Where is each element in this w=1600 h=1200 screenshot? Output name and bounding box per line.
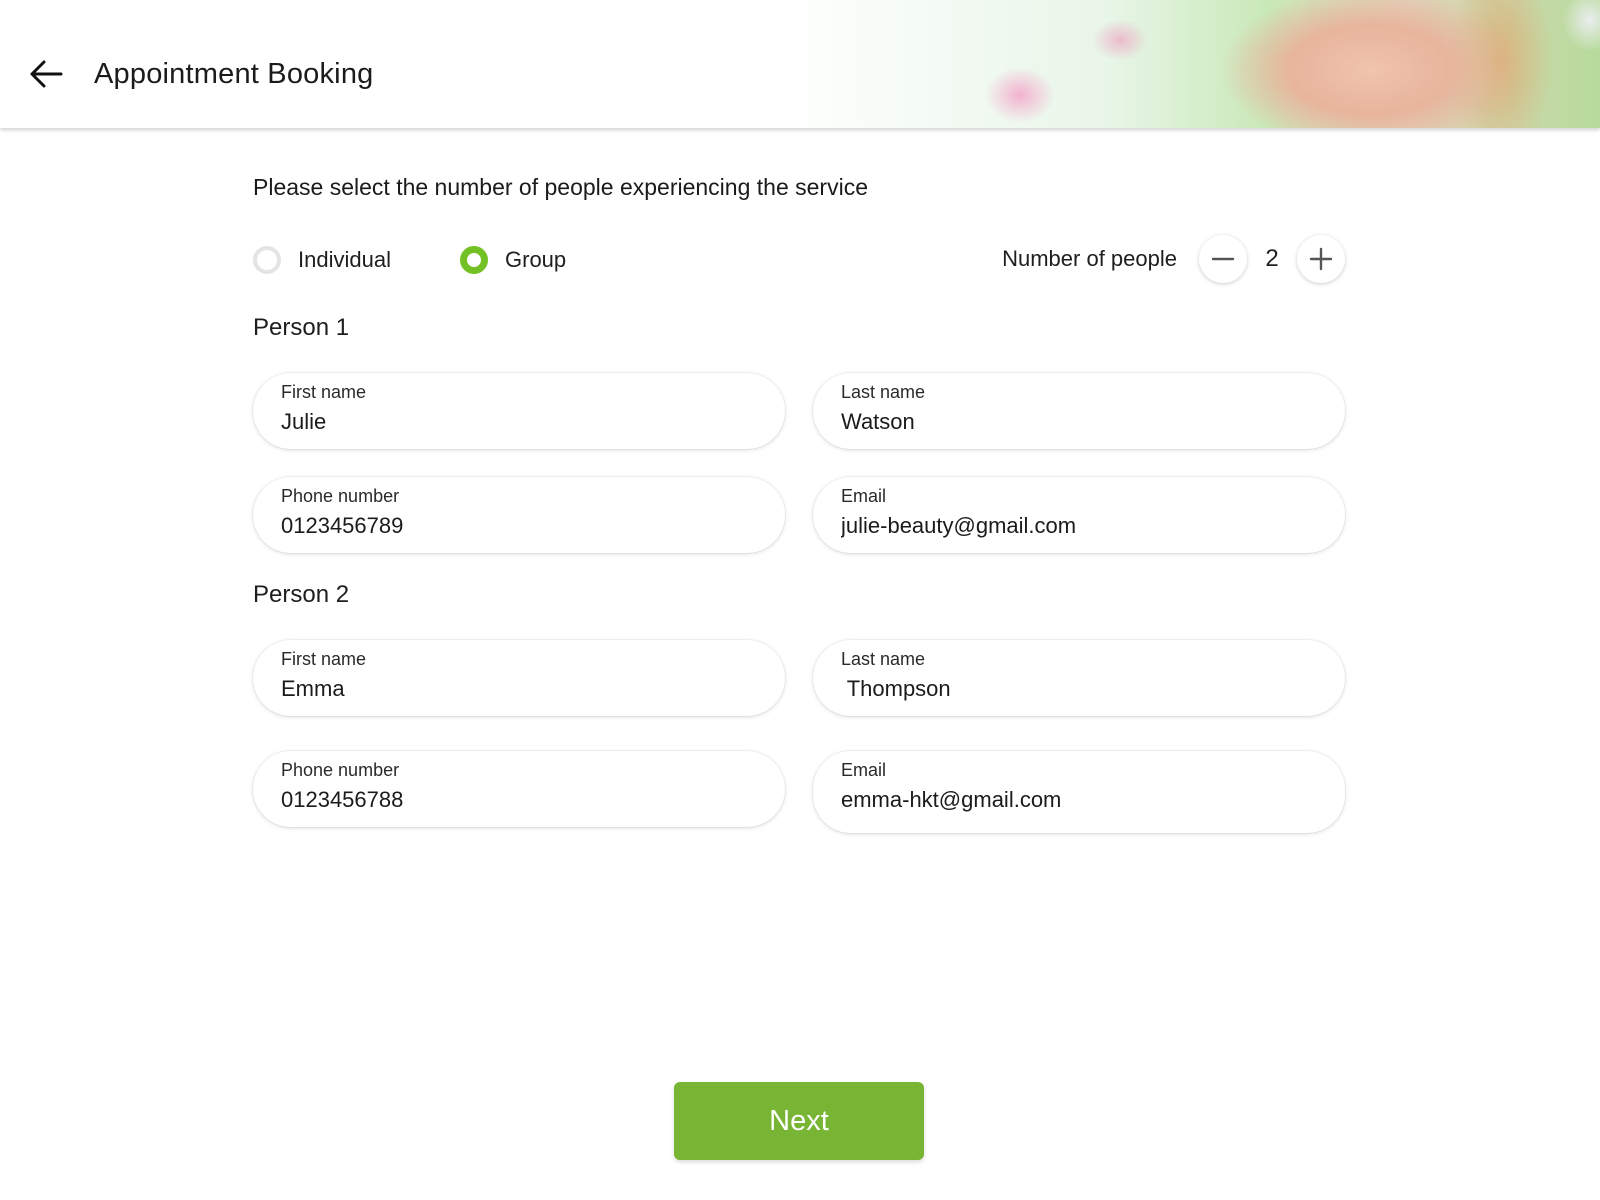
person-1-last-name-field[interactable]: Last name bbox=[813, 373, 1345, 449]
person-1-phone-input[interactable] bbox=[281, 513, 757, 539]
person-2-title: Person 2 bbox=[253, 581, 350, 608]
increment-button[interactable] bbox=[1297, 235, 1345, 283]
minus-icon bbox=[1211, 257, 1235, 261]
radio-label: Individual bbox=[298, 247, 391, 272]
person-1-first-name-field[interactable]: First name bbox=[253, 373, 785, 449]
people-counter-label: Number of people bbox=[1002, 246, 1177, 271]
header-banner-image bbox=[500, 0, 1600, 128]
back-button[interactable] bbox=[26, 54, 66, 94]
field-label: Last name bbox=[841, 382, 926, 402]
person-1-title: Person 1 bbox=[253, 314, 350, 341]
radio-label: Group bbox=[505, 247, 567, 272]
person-2-first-name-input[interactable] bbox=[281, 676, 757, 702]
person-1-email-field[interactable]: Email bbox=[813, 477, 1345, 553]
person-1-last-name-input[interactable] bbox=[841, 409, 1317, 435]
field-label: First name bbox=[281, 649, 367, 669]
person-2-last-name-field[interactable]: Last name bbox=[813, 640, 1345, 716]
page-title: Appointment Booking bbox=[94, 58, 374, 90]
radio-indicator bbox=[460, 246, 488, 274]
person-2-email-input[interactable] bbox=[841, 787, 1317, 813]
radio-indicator bbox=[253, 246, 281, 274]
field-label: Email bbox=[841, 486, 887, 506]
person-2-last-name-input[interactable] bbox=[841, 676, 1317, 702]
person-1-first-name-input[interactable] bbox=[281, 409, 757, 435]
field-label: Last name bbox=[841, 649, 926, 669]
people-count-value: 2 bbox=[1265, 245, 1279, 272]
person-2-phone-field[interactable]: Phone number bbox=[253, 751, 785, 827]
person-2-first-name-field[interactable]: First name bbox=[253, 640, 785, 716]
next-button[interactable]: Next bbox=[674, 1082, 924, 1160]
arrow-left-icon bbox=[30, 60, 63, 88]
field-label: Email bbox=[841, 760, 887, 780]
plus-icon bbox=[1309, 247, 1333, 271]
field-label: Phone number bbox=[281, 486, 400, 506]
person-2-email-field[interactable]: Email bbox=[813, 751, 1345, 833]
person-1-email-input[interactable] bbox=[841, 513, 1317, 539]
field-label: Phone number bbox=[281, 760, 400, 780]
radio-individual[interactable]: Individual bbox=[253, 246, 391, 274]
people-counter: Number of people 2 bbox=[1002, 235, 1345, 283]
radio-group[interactable]: Group bbox=[460, 246, 566, 274]
person-1-phone-field[interactable]: Phone number bbox=[253, 477, 785, 553]
person-2-phone-input[interactable] bbox=[281, 787, 757, 813]
booking-type-row: Individual Group Number of people 2 bbox=[253, 235, 1345, 283]
app-header: Appointment Booking bbox=[0, 0, 1600, 128]
service-prompt: Please select the number of people exper… bbox=[253, 174, 868, 200]
decrement-button[interactable] bbox=[1199, 235, 1247, 283]
field-label: First name bbox=[281, 382, 367, 402]
